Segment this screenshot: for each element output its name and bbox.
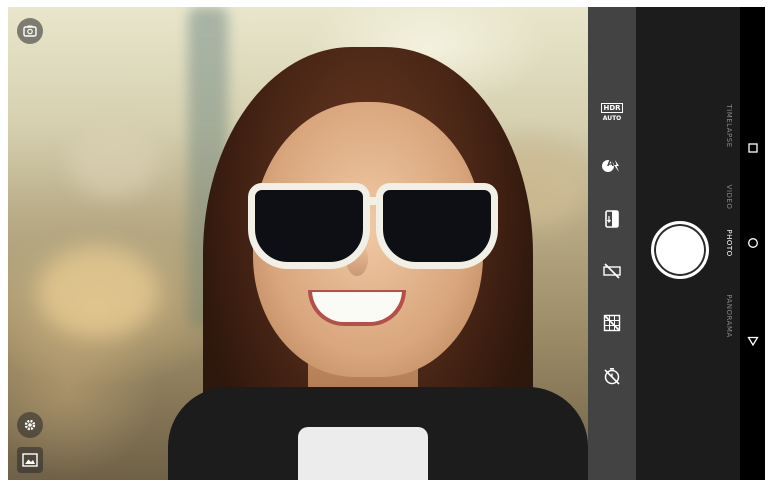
timer-toggle[interactable] xyxy=(598,362,626,390)
system-navigation-bar xyxy=(740,7,765,480)
flash-auto-toggle[interactable]: A xyxy=(598,152,626,180)
camera-switch-icon[interactable] xyxy=(17,18,43,44)
home-icon[interactable] xyxy=(743,233,763,253)
settings-column: HDR AUTO A xyxy=(588,7,636,480)
back-icon[interactable] xyxy=(743,331,763,351)
timer-off-icon xyxy=(604,368,620,385)
subject-sunglasses xyxy=(248,183,498,269)
hdr-label: HDR xyxy=(601,103,623,113)
viewfinder-preview[interactable] xyxy=(8,7,588,480)
grid-off-icon xyxy=(603,314,621,332)
background-bokeh xyxy=(68,127,158,197)
mode-panorama[interactable]: PANORAMA xyxy=(725,294,733,338)
mode-video[interactable]: VIDEO xyxy=(725,185,733,210)
hdr-sub-label: AUTO xyxy=(602,115,622,122)
sunglasses-lens-left xyxy=(248,183,370,269)
camera-app-screen: HDR AUTO A PANORAMA PHOTO VIDEO TIMELAPS… xyxy=(8,7,765,480)
recents-icon[interactable] xyxy=(743,138,763,158)
subject-collar xyxy=(298,427,428,480)
shutter-button[interactable] xyxy=(651,221,709,279)
hdr-auto-toggle[interactable]: HDR AUTO xyxy=(598,99,626,127)
background-bokeh xyxy=(38,247,158,337)
gallery-icon[interactable] xyxy=(17,447,43,473)
mode-timelapse[interactable]: TIMELAPSE xyxy=(725,104,733,147)
hdr-off-icon xyxy=(603,263,621,279)
grid-toggle[interactable] xyxy=(598,309,626,337)
sunglasses-lens-right xyxy=(376,183,498,269)
mode-photo[interactable]: PHOTO xyxy=(725,229,733,256)
camera-flip-toggle[interactable] xyxy=(598,205,626,233)
shutter-panel xyxy=(636,7,718,480)
flash-auto-label: A xyxy=(607,159,614,169)
hdr-off-toggle[interactable] xyxy=(598,257,626,285)
gear-icon[interactable] xyxy=(17,412,43,438)
camera-flip-icon xyxy=(605,210,619,228)
mode-selector: PANORAMA PHOTO VIDEO TIMELAPSE xyxy=(718,7,740,480)
